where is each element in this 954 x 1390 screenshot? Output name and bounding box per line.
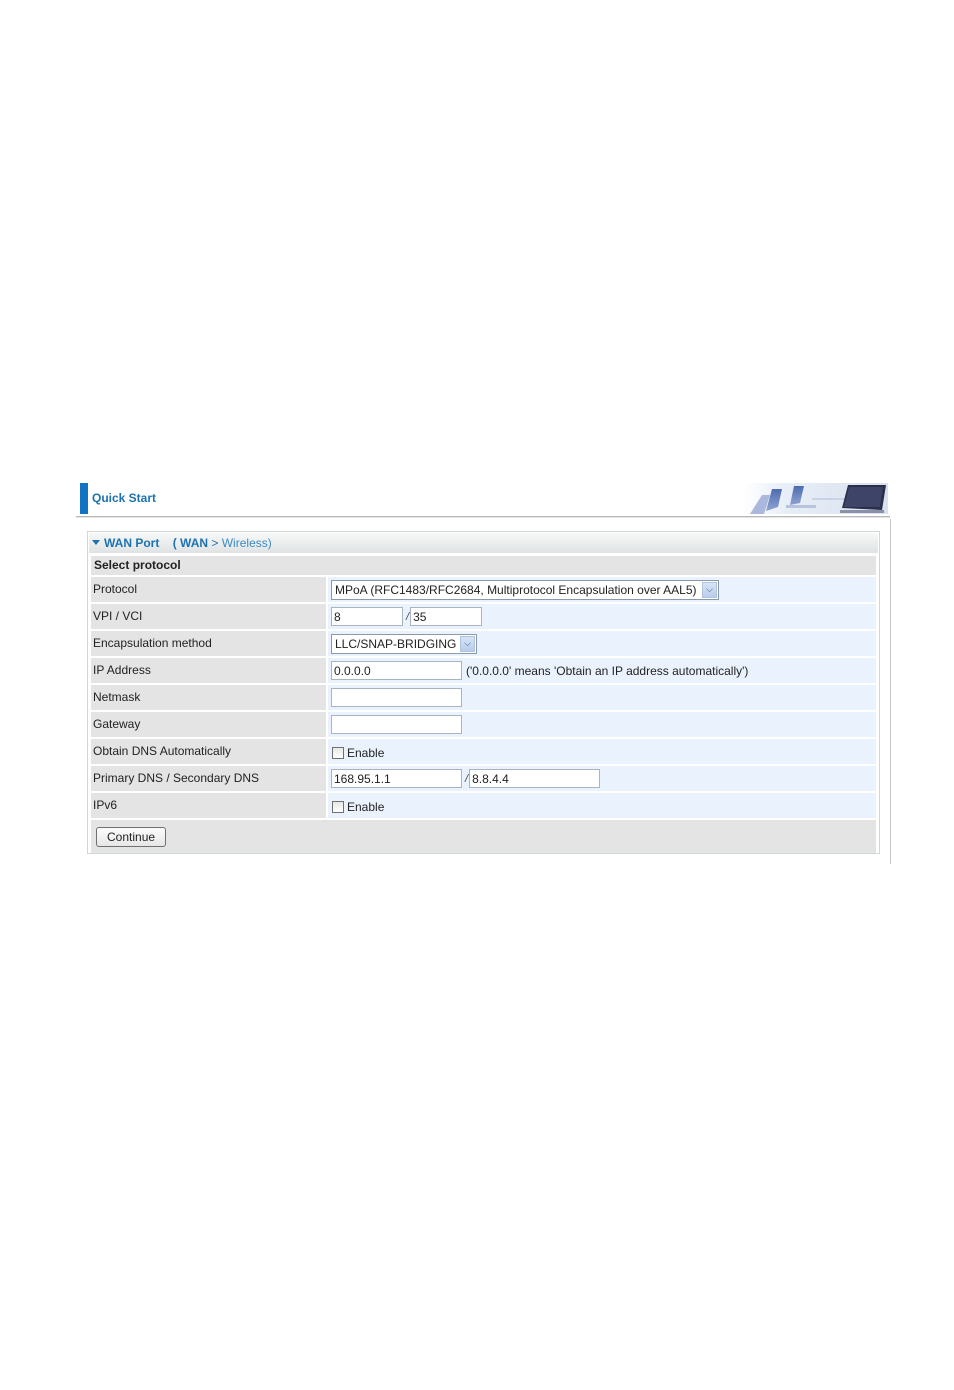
protocol-selected-value: MPoA (RFC1483/RFC2684, Multiprotocol Enc… <box>335 582 697 597</box>
header-accent-bar <box>80 483 88 514</box>
encapsulation-selected-value: LLC/SNAP-BRIDGING <box>335 636 457 651</box>
header-divider <box>76 516 890 518</box>
header-banner-image <box>742 483 888 514</box>
row-dns: Primary DNS / Secondary DNS / <box>91 766 876 791</box>
row-ip-address: IP Address ('0.0.0.0' means 'Obtain an I… <box>91 658 876 683</box>
continue-button[interactable]: Continue <box>96 826 167 847</box>
ip-address-hint: ('0.0.0.0' means 'Obtain an IP address a… <box>466 663 749 678</box>
encapsulation-select[interactable]: LLC/SNAP-BRIDGING ⌵ <box>331 633 477 654</box>
dns-label: Primary DNS / Secondary DNS <box>91 766 326 791</box>
gateway-label: Gateway <box>91 712 326 737</box>
dns-separator: / <box>465 772 469 785</box>
vpi-input[interactable] <box>331 607 403 626</box>
panel-title-bar[interactable]: WAN Port ( WAN > Wireless) <box>89 533 878 553</box>
chevron-down-icon[interactable]: ⌵ <box>460 635 475 652</box>
page-header: Quick Start <box>80 483 888 515</box>
ip-address-label: IP Address <box>91 658 326 683</box>
obtain-dns-enable-label: Enable <box>347 746 385 760</box>
row-vpi-vci: VPI / VCI / <box>91 604 876 629</box>
wan-port-panel: WAN Port ( WAN > Wireless) Select protoc… <box>87 531 880 854</box>
gateway-input[interactable] <box>331 715 462 734</box>
primary-dns-input[interactable] <box>331 769 462 788</box>
chevron-down-icon[interactable]: ⌵ <box>702 581 717 598</box>
ipv6-checkbox[interactable] <box>332 801 344 813</box>
netmask-input[interactable] <box>331 688 462 707</box>
obtain-dns-checkbox[interactable] <box>332 747 344 759</box>
netmask-label: Netmask <box>91 685 326 710</box>
protocol-label: Protocol <box>91 577 326 602</box>
row-protocol: Protocol MPoA (RFC1483/RFC2684, Multipro… <box>91 577 876 602</box>
ip-address-input[interactable] <box>331 661 462 680</box>
breadcrumb-separator: > <box>211 536 219 550</box>
breadcrumb-current: WAN <box>180 536 209 550</box>
obtain-dns-label: Obtain DNS Automatically <box>91 739 326 764</box>
ipv6-label: IPv6 <box>91 793 326 818</box>
row-obtain-dns: Obtain DNS Automatically Enable <box>91 739 876 764</box>
encapsulation-label: Encapsulation method <box>91 631 326 656</box>
row-ipv6: IPv6 Enable <box>91 793 876 818</box>
vpi-vci-separator: / <box>406 610 410 623</box>
panel-title: WAN Port <box>104 536 160 550</box>
form-footer: Continue <box>91 820 876 853</box>
ipv6-enable-label: Enable <box>347 800 385 814</box>
breadcrumb-next: Wireless) <box>221 536 272 550</box>
vci-input[interactable] <box>410 607 483 626</box>
row-encapsulation: Encapsulation method LLC/SNAP-BRIDGING ⌵ <box>91 631 876 656</box>
triangle-down-icon[interactable] <box>92 540 100 546</box>
secondary-dns-input[interactable] <box>469 769 601 788</box>
vpi-vci-label: VPI / VCI <box>91 604 326 629</box>
form-rows: Select protocol Protocol MPoA (RFC1483/R… <box>91 556 876 853</box>
row-gateway: Gateway <box>91 712 876 737</box>
breadcrumb-open: ( <box>172 536 177 550</box>
section-heading: Select protocol <box>91 556 876 575</box>
row-netmask: Netmask <box>91 685 876 710</box>
protocol-select[interactable]: MPoA (RFC1483/RFC2684, Multiprotocol Enc… <box>331 579 719 600</box>
page-title: Quick Start <box>92 491 157 505</box>
